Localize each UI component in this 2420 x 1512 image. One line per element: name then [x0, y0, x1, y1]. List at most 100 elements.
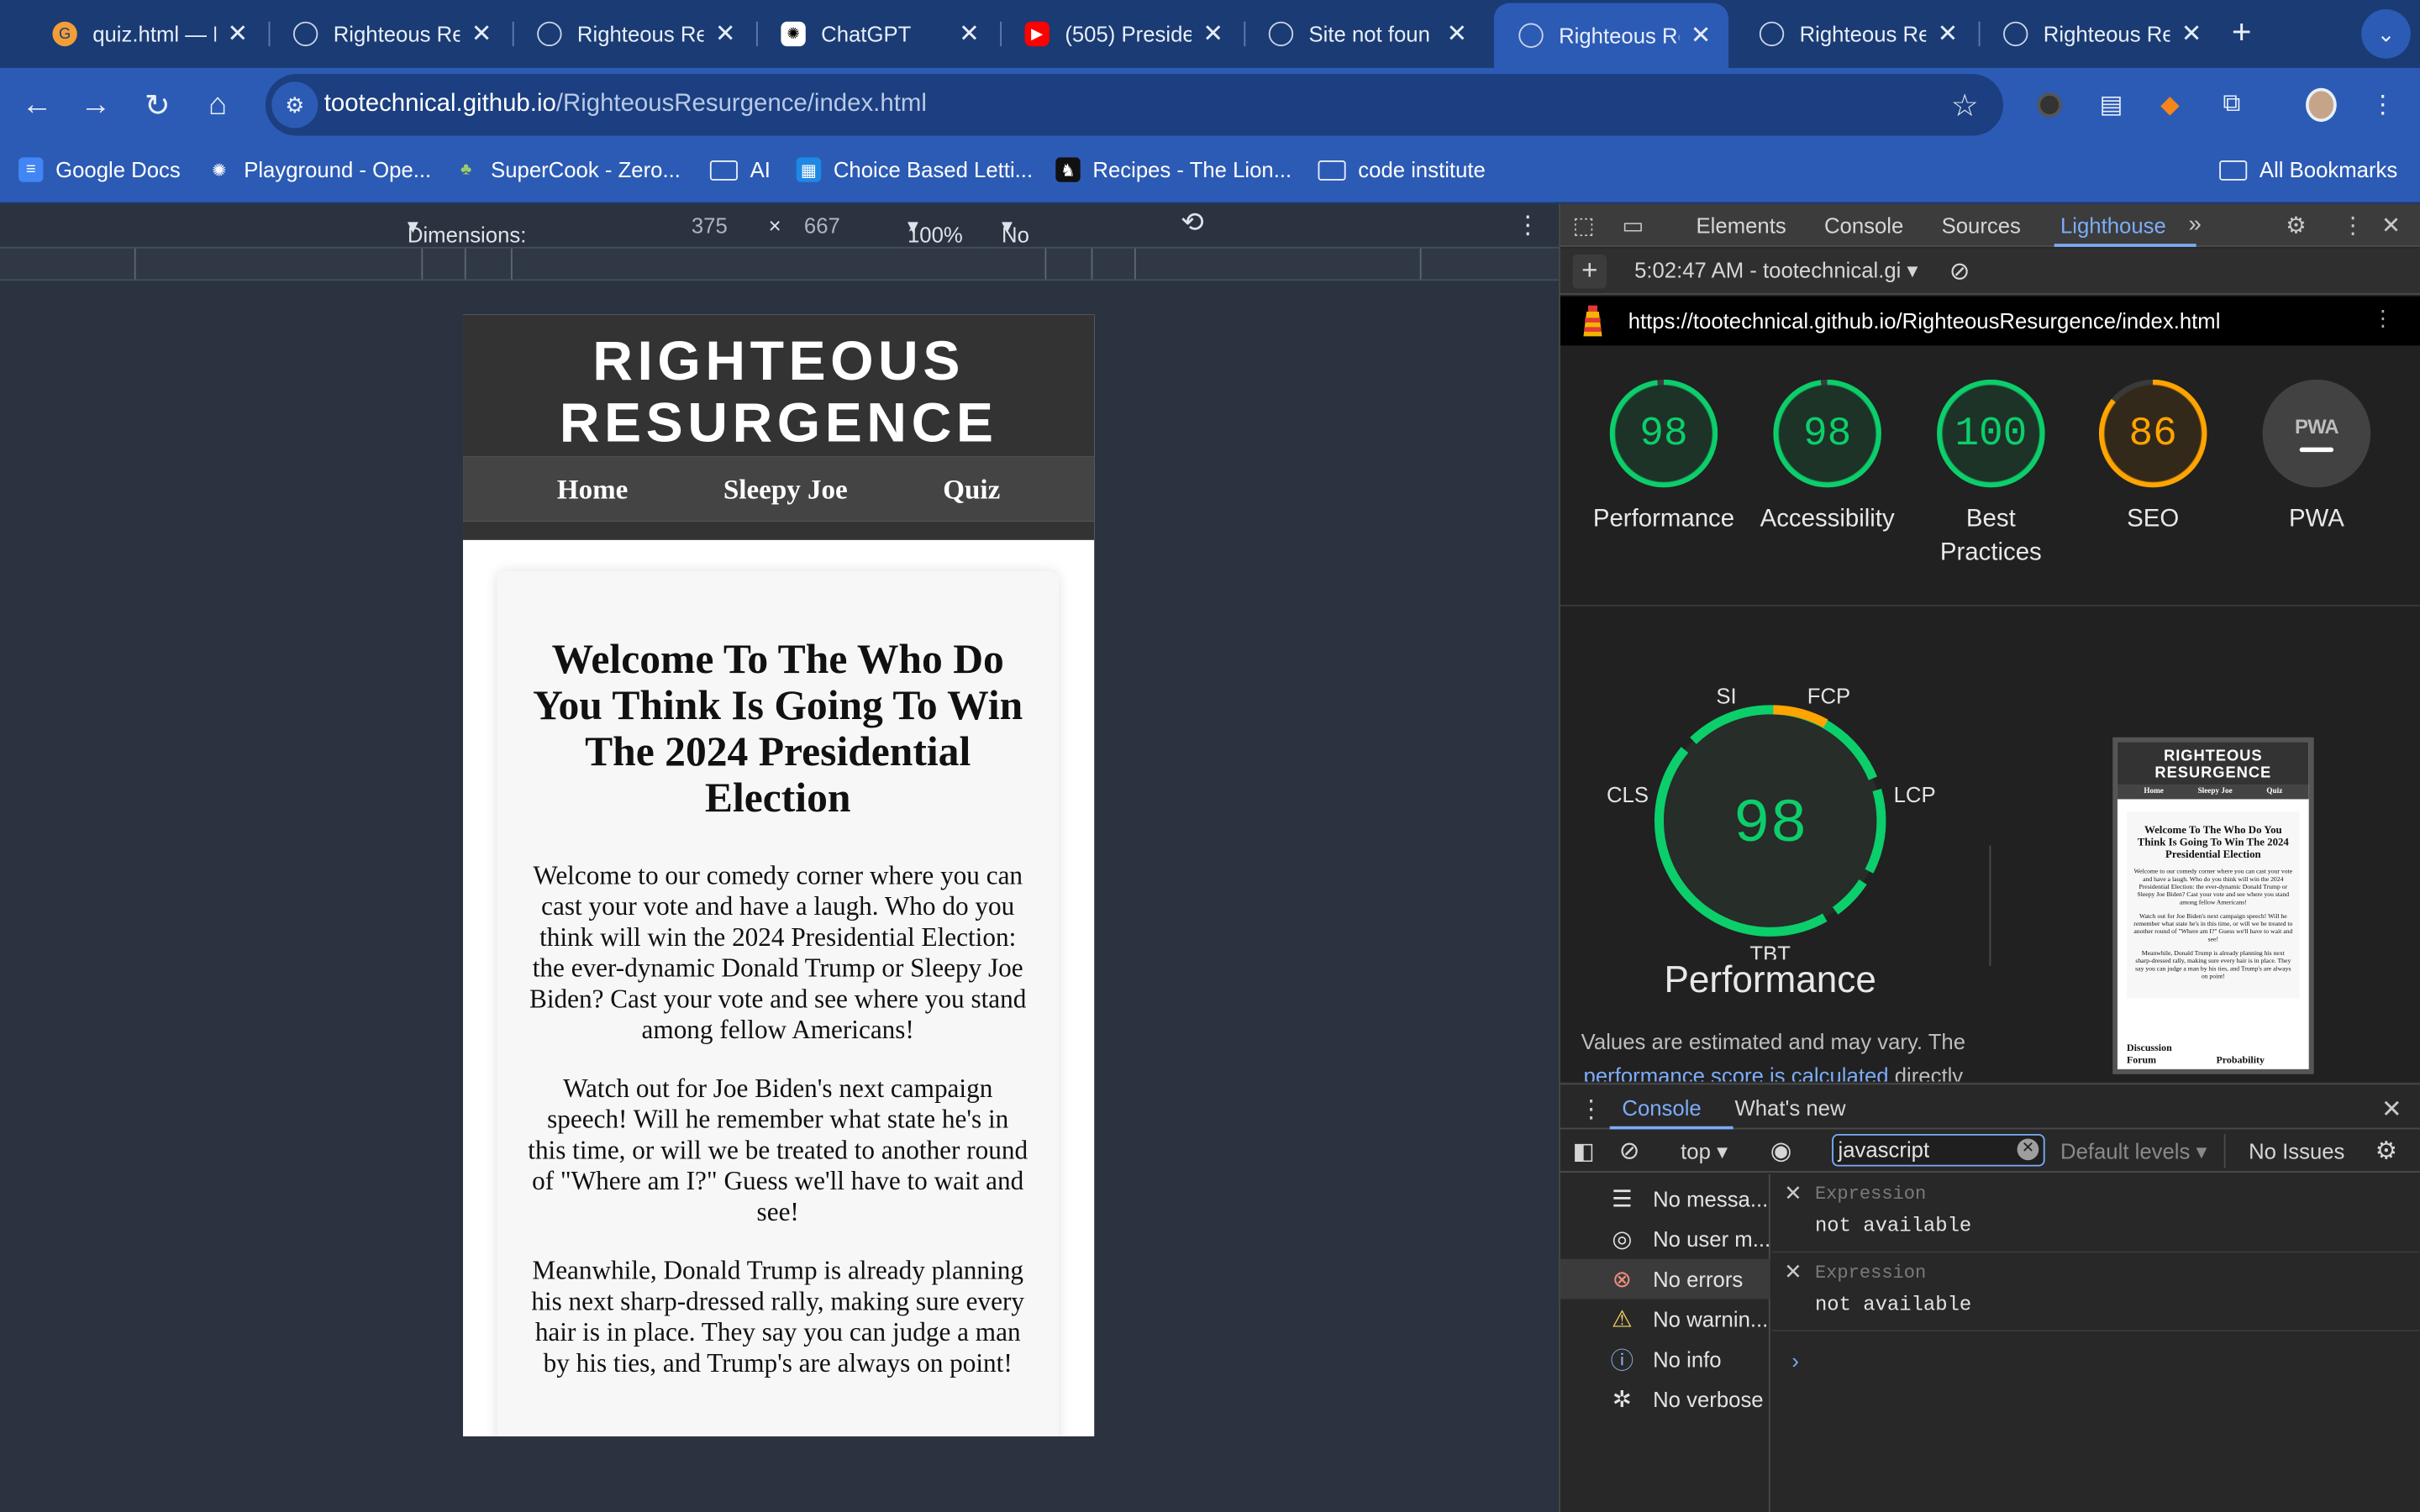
browser-tab[interactable]: Site not foun ✕: [1244, 6, 1485, 61]
bookmark-item[interactable]: ▦ Choice Based Letti...: [796, 157, 1033, 182]
browser-tab[interactable]: Righteous Re ✕: [513, 6, 754, 61]
close-tab-icon[interactable]: ✕: [2179, 18, 2203, 50]
extension-circle-icon[interactable]: [2034, 90, 2065, 121]
inspect-element-icon[interactable]: ⬚: [1573, 212, 1595, 239]
score-seo[interactable]: 86 SEO: [2075, 379, 2230, 537]
drawer-menu-icon[interactable]: ⋮: [1579, 1094, 1603, 1125]
browser-tab[interactable]: ▶ (505) Preside ✕: [1000, 6, 1241, 61]
bookmark-item[interactable]: ≡ Google Docs: [18, 157, 181, 182]
browser-tab[interactable]: Righteous Re ✕: [1979, 6, 2220, 61]
clear-console-icon[interactable]: ⊘: [1619, 1136, 1640, 1167]
sidebar-info[interactable]: ⓘ No info: [1560, 1339, 1770, 1379]
browser-tab[interactable]: G quiz.html — R ✕: [28, 6, 266, 61]
bookmark-folder[interactable]: AI: [709, 157, 771, 182]
sidebar-user-messages[interactable]: ◎ No user m...: [1560, 1219, 1770, 1259]
zoom-dropdown[interactable]: 100% ▾: [908, 213, 963, 246]
score-best-practices[interactable]: 100 Best Practices: [1914, 379, 2069, 571]
browser-tab[interactable]: Righteous Re ✕: [1734, 6, 1975, 61]
new-tab-button[interactable]: +: [2232, 14, 2252, 49]
sidebar-verbose[interactable]: ✲ No verbose: [1560, 1379, 1770, 1420]
clear-reports-icon[interactable]: ⊘: [1949, 256, 1970, 287]
metric-fcp[interactable]: FCP: [1807, 685, 1850, 709]
extension-clipboard-icon[interactable]: ▤: [2096, 90, 2127, 121]
forward-button[interactable]: →: [74, 83, 117, 126]
rotate-icon[interactable]: ⟲: [1181, 207, 1204, 239]
score-pwa[interactable]: PWA PWA: [2239, 379, 2394, 537]
bookmark-star-icon[interactable]: ☆: [1951, 87, 1979, 125]
metamask-icon[interactable]: ◆: [2154, 90, 2186, 121]
address-bar[interactable]: ⚙ tootechnical.github.io/RighteousResurg…: [265, 74, 2004, 136]
nav-home-link[interactable]: Home: [557, 473, 628, 506]
live-expression[interactable]: ✕ Expression not available: [1771, 1174, 2420, 1253]
sidebar-errors[interactable]: ⊗ No errors: [1560, 1258, 1770, 1299]
all-bookmarks-folder[interactable]: All Bookmarks: [2219, 157, 2397, 182]
remove-expression-icon[interactable]: ✕: [1784, 1259, 1802, 1285]
log-levels-dropdown[interactable]: Default levels ▾: [2060, 1138, 2207, 1164]
close-tab-icon[interactable]: ✕: [713, 18, 738, 50]
sidebar-messages[interactable]: ☰ No messa...: [1560, 1179, 1770, 1219]
close-tab-icon[interactable]: ✕: [1444, 18, 1469, 50]
device-menu-icon[interactable]: ⋮: [1516, 210, 1540, 241]
height-input[interactable]: 667: [804, 213, 840, 237]
live-expression[interactable]: ✕ Expression not available: [1771, 1252, 2420, 1332]
reload-button[interactable]: ↻: [136, 83, 179, 126]
sidebar-warnings[interactable]: ⚠ No warnin...: [1560, 1299, 1770, 1340]
tab-console[interactable]: Console: [1824, 213, 1903, 237]
performance-score-link[interactable]: performance score is calculated: [1584, 1063, 1889, 1081]
tab-lighthouse[interactable]: Lighthouse: [2060, 213, 2166, 237]
context-selector[interactable]: top ▾: [1681, 1138, 1728, 1164]
site-info-icon[interactable]: ⚙: [271, 81, 318, 129]
dimensions-dropdown[interactable]: Dimensions: iPhone SE ▾: [408, 213, 526, 271]
clear-filter-icon[interactable]: ✕: [2017, 1138, 2039, 1161]
page-screenshot-thumbnail[interactable]: RIGHTEOUS RESURGENCE Home Sleepy Joe Qui…: [2112, 737, 2314, 1074]
drawer-tab-whats-new[interactable]: What's new: [1734, 1095, 1845, 1120]
close-tab-icon[interactable]: ✕: [957, 18, 981, 50]
throttling-dropdown[interactable]: No throttling ▾: [1002, 213, 1085, 271]
nav-sleepy-joe-link[interactable]: Sleepy Joe: [723, 473, 848, 506]
profile-avatar-icon[interactable]: [2306, 87, 2337, 123]
drawer-tab-console[interactable]: Console: [1622, 1095, 1701, 1120]
report-selector[interactable]: 5:02:47 AM - tootechnical.gi ▾: [1634, 258, 1918, 284]
bookmark-item[interactable]: ♞ Recipes - The Lion...: [1055, 157, 1292, 182]
back-button[interactable]: ←: [15, 83, 58, 126]
metric-si[interactable]: SI: [1716, 685, 1736, 709]
close-drawer-icon[interactable]: ✕: [2381, 1094, 2402, 1125]
report-menu-icon[interactable]: ⋮: [2372, 306, 2394, 332]
metric-tbt[interactable]: TBT: [1749, 942, 1791, 959]
settings-gear-icon[interactable]: ⚙: [2286, 212, 2307, 239]
bookmark-item[interactable]: ♣ SuperCook - Zero...: [454, 157, 681, 181]
remove-expression-icon[interactable]: ✕: [1784, 1180, 1802, 1206]
issues-counter[interactable]: No Issues: [2249, 1138, 2344, 1163]
bookmark-item[interactable]: ✺ Playground - Ope...: [207, 157, 431, 181]
close-tab-icon[interactable]: ✕: [469, 18, 493, 50]
width-input[interactable]: 375: [692, 213, 728, 237]
tab-elements[interactable]: Elements: [1697, 213, 1786, 237]
close-tab-icon[interactable]: ✕: [1201, 18, 1225, 50]
more-tabs-icon[interactable]: »: [2188, 212, 2201, 238]
new-report-icon[interactable]: +: [1572, 255, 1607, 289]
browser-tab[interactable]: ✺ ChatGPT ✕: [756, 6, 997, 61]
console-settings-icon[interactable]: ⚙: [2375, 1136, 2397, 1167]
browser-tab[interactable]: Righteous Re ✕: [269, 6, 510, 61]
console-sidebar-toggle-icon[interactable]: ◧: [1573, 1137, 1595, 1164]
live-expression-eye-icon[interactable]: ◉: [1770, 1136, 1792, 1167]
metric-cls[interactable]: CLS: [1607, 784, 1649, 807]
score-performance[interactable]: 98 Performance: [1586, 379, 1741, 537]
close-devtools-icon[interactable]: ✕: [2381, 212, 2401, 239]
media-query-ruler[interactable]: [0, 246, 1560, 281]
browser-menu-icon[interactable]: ⋮: [2367, 90, 2398, 121]
home-button[interactable]: ⌂: [196, 83, 239, 126]
browser-tab-active[interactable]: Righteous Re ✕: [1493, 3, 1729, 68]
close-tab-icon[interactable]: ✕: [225, 18, 250, 50]
close-tab-icon[interactable]: ✕: [1688, 20, 1712, 51]
bookmark-folder[interactable]: code institute: [1318, 157, 1486, 182]
extensions-puzzle-icon[interactable]: ⧉: [2217, 90, 2248, 121]
console-prompt[interactable]: ›: [1791, 1348, 1799, 1373]
score-accessibility[interactable]: 98 Accessibility: [1750, 379, 1905, 537]
devtools-menu-icon[interactable]: ⋮: [2341, 212, 2365, 239]
tab-sources[interactable]: Sources: [1942, 213, 2021, 237]
close-tab-icon[interactable]: ✕: [1935, 18, 1960, 50]
tab-search-button[interactable]: ⌄: [2361, 9, 2411, 59]
device-toggle-icon[interactable]: ▭: [1622, 212, 1644, 239]
metric-lcp[interactable]: LCP: [1894, 784, 1936, 807]
